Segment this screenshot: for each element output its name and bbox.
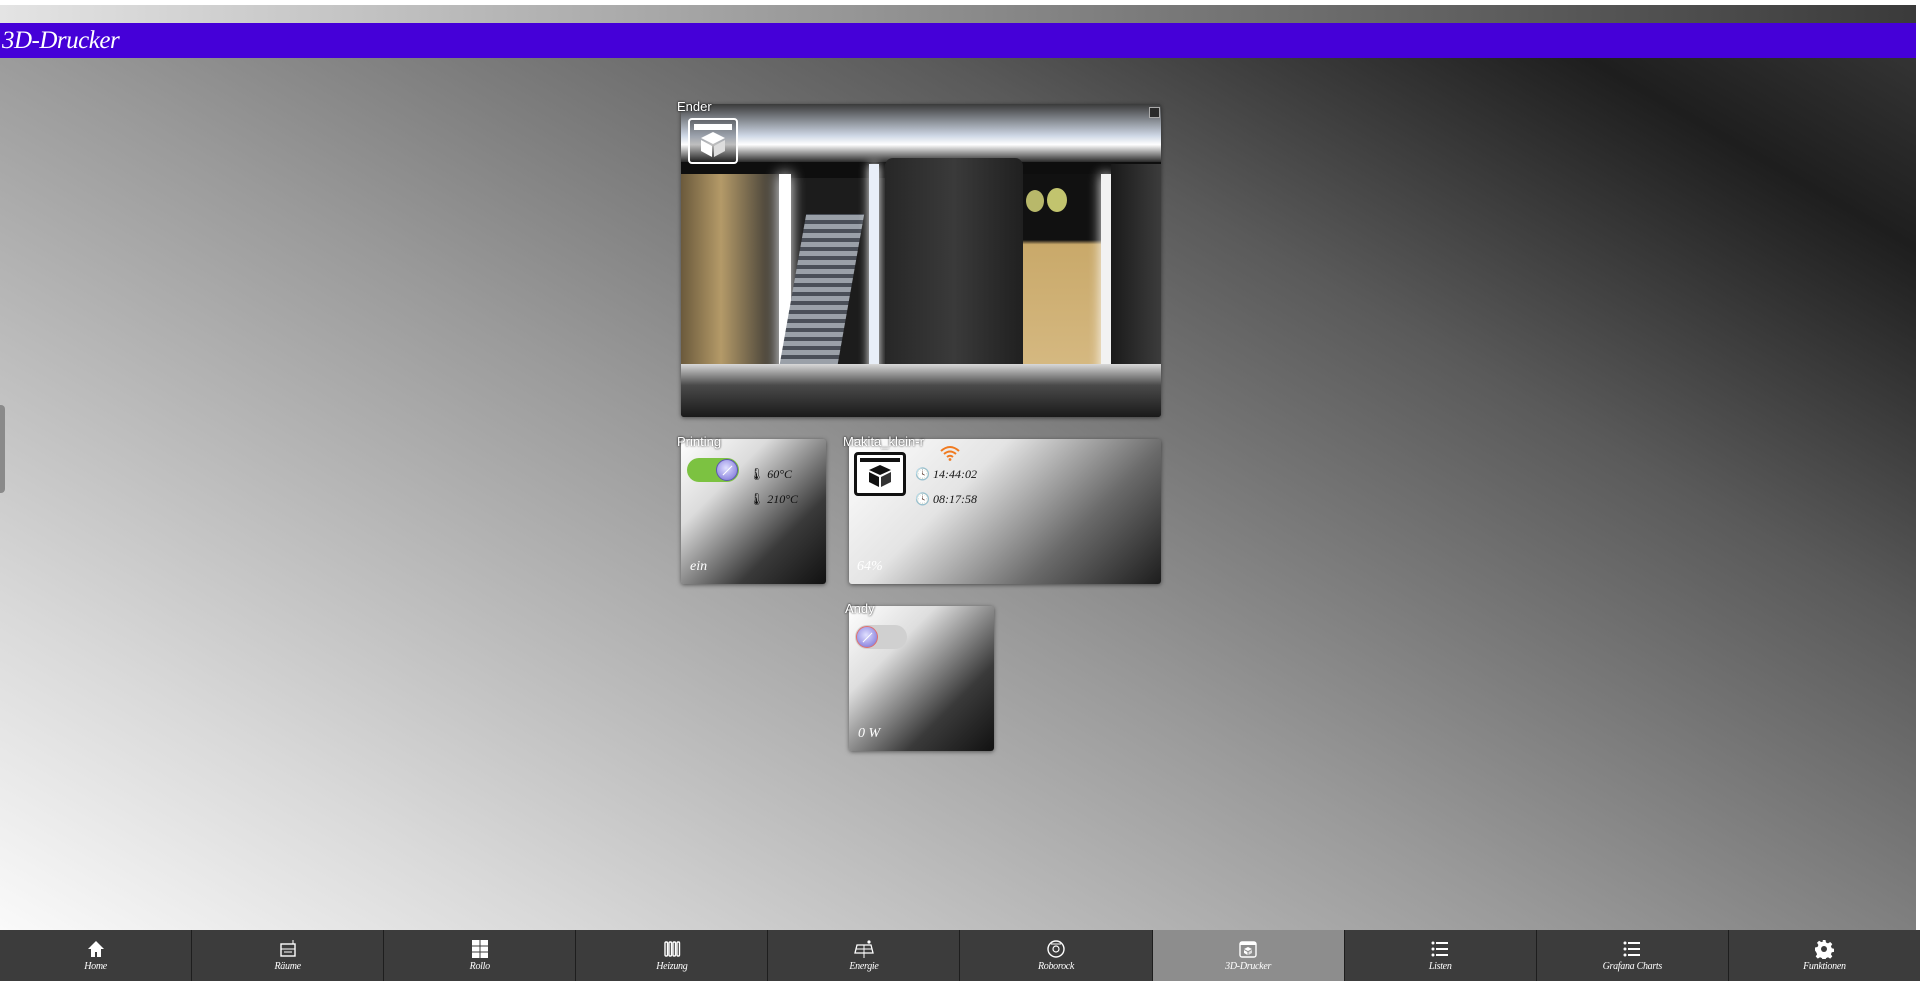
camera-image-ceiling bbox=[681, 104, 1161, 162]
nav-grafana-charts[interactable]: Grafana Charts bbox=[1537, 930, 1729, 981]
camera-label: Ender bbox=[677, 99, 712, 114]
bed-temperature: 🌡 60°C bbox=[749, 467, 793, 481]
3d-printer-icon bbox=[1239, 941, 1257, 958]
list-icon bbox=[1431, 941, 1449, 957]
nav-label: Listen bbox=[1428, 961, 1452, 972]
nav-3d-drucker[interactable]: 3D-Drucker bbox=[1152, 930, 1345, 981]
nav-label: Roborock bbox=[1037, 961, 1075, 972]
printing-label: Printing bbox=[677, 434, 722, 449]
clock-icon: 🕓 bbox=[915, 492, 930, 506]
andy-label: Andy bbox=[845, 601, 875, 616]
nav-raeume[interactable]: Räume bbox=[192, 930, 385, 981]
nav-label: Energie bbox=[849, 961, 879, 972]
andy-power: 0 W bbox=[858, 726, 881, 741]
right-edge bbox=[1916, 0, 1920, 981]
toggle-knob bbox=[716, 459, 738, 481]
nav-home[interactable]: Home bbox=[0, 930, 193, 981]
camera-image-print-bed bbox=[681, 364, 1161, 417]
nav-funktionen[interactable]: Funktionen bbox=[1729, 930, 1920, 981]
blinds-icon bbox=[471, 940, 488, 958]
camera-image-fruit bbox=[1047, 188, 1067, 212]
thermometer-icon: 🌡 bbox=[749, 467, 765, 481]
3d-printer-icon bbox=[688, 118, 738, 164]
elapsed-time: 🕓 14:44:02 bbox=[915, 467, 977, 481]
andy-toggle[interactable] bbox=[855, 625, 907, 649]
nav-heizung[interactable]: Heizung bbox=[576, 930, 769, 981]
toggle-knob bbox=[856, 626, 878, 648]
solar-panel-icon bbox=[854, 940, 874, 958]
top-gradient-bar bbox=[0, 5, 1920, 23]
home-icon bbox=[87, 941, 104, 957]
robot-vacuum-icon bbox=[1047, 940, 1065, 958]
nav-label: Heizung bbox=[656, 961, 688, 972]
wifi-icon bbox=[939, 445, 961, 466]
camera-image-fruit bbox=[1026, 190, 1044, 212]
makita-label: Makita_klein-r bbox=[843, 434, 924, 449]
nav-label: Räume bbox=[274, 961, 302, 972]
side-drawer-handle[interactable] bbox=[0, 405, 5, 493]
clock-icon: 🕓 bbox=[915, 467, 930, 481]
nav-label: Home bbox=[84, 961, 107, 972]
andy-tile[interactable]: 0 W bbox=[849, 606, 994, 751]
camera-image-left-post bbox=[681, 174, 781, 374]
print-progress: 64% bbox=[857, 559, 883, 574]
nav-listen[interactable]: Listen bbox=[1345, 930, 1537, 981]
camera-view[interactable] bbox=[681, 104, 1161, 417]
camera-image-cable-chain bbox=[779, 214, 865, 364]
nav-label: Grafana Charts bbox=[1602, 961, 1663, 972]
remaining-time: 🕓 08:17:58 bbox=[915, 492, 977, 506]
camera-image-light-mid bbox=[869, 164, 879, 394]
radiator-icon bbox=[664, 941, 681, 957]
camera-image-light-right bbox=[1101, 174, 1111, 394]
nav-roborock[interactable]: Roborock bbox=[960, 930, 1153, 981]
close-icon[interactable] bbox=[1149, 107, 1160, 118]
nav-label: Rollo bbox=[469, 961, 490, 972]
nozzle-icon: 🌡 bbox=[749, 492, 765, 506]
nozzle-temperature: 🌡 210°C bbox=[749, 492, 799, 506]
page-title: 3D-Drucker bbox=[0, 23, 1920, 58]
printing-toggle[interactable] bbox=[687, 458, 739, 482]
3d-printer-icon bbox=[854, 452, 906, 496]
room-icon bbox=[279, 940, 296, 957]
bottom-nav: Home Räume Rollo Heizung Energie Roboroc… bbox=[0, 930, 1920, 981]
nav-label: 3D-Drucker bbox=[1225, 961, 1272, 972]
printing-state: ein bbox=[690, 559, 708, 574]
makita-tile[interactable]: 🕓 14:44:02 🕓 08:17:58 64% bbox=[849, 439, 1161, 584]
list-icon bbox=[1623, 941, 1641, 957]
nav-energie[interactable]: Energie bbox=[768, 930, 961, 981]
nav-rollo[interactable]: Rollo bbox=[384, 930, 577, 981]
printing-tile[interactable]: 🌡 60°C 🌡 210°C ein bbox=[681, 439, 826, 584]
nav-label: Funktionen bbox=[1803, 961, 1846, 972]
gear-icon bbox=[1815, 940, 1835, 959]
